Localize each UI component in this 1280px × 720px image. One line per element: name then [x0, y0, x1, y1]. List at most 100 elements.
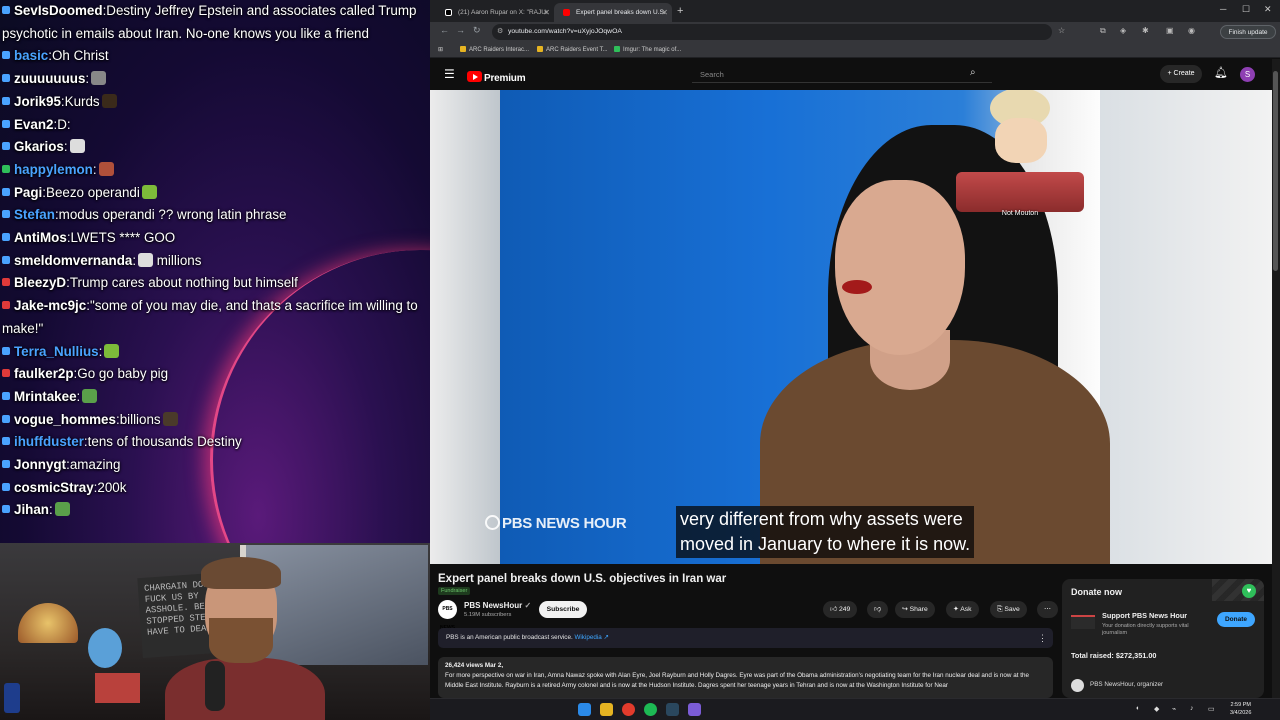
chat-message: smeldomvernanda: millions [0, 250, 430, 273]
bookmark-item[interactable]: ARC Raiders Event T... [537, 44, 608, 56]
chat-emote-icon [141, 184, 157, 199]
new-tab-button[interactable]: + [677, 3, 683, 19]
dislike-button[interactable]: 👎︎ [867, 601, 888, 618]
network-icon[interactable]: ⌁ [1172, 705, 1176, 713]
reload-icon[interactable]: ↻ [473, 25, 481, 36]
battery-icon[interactable]: ▭ [1208, 705, 1215, 713]
sidepanel-icon[interactable]: ▣ [1166, 26, 1174, 35]
chat-username[interactable]: happylemon [14, 162, 93, 177]
chat-emote-icon [104, 343, 120, 358]
chat-badge-icon [2, 460, 10, 469]
youtube-play-icon [467, 71, 482, 82]
like-button[interactable]: 👍︎ 249 [823, 601, 858, 618]
donate-button[interactable]: Donate [1217, 612, 1255, 627]
youtube-logo[interactable]: Premium [467, 68, 526, 84]
chat-username[interactable]: basic [14, 48, 48, 63]
minimize-icon[interactable]: ─ [1220, 4, 1226, 14]
chat-username[interactable]: Evan2 [14, 117, 53, 132]
close-tab-icon[interactable]: ✕ [543, 3, 550, 22]
address-bar[interactable]: ⚙ youtube.com/watch?v=uXyjoJOqwOA [492, 24, 1052, 40]
chat-username[interactable]: Stefan [14, 207, 55, 222]
tab-youtube[interactable]: Expert panel breaks down U.S. ✕ [554, 3, 672, 22]
create-button[interactable]: + Create [1160, 65, 1202, 83]
extension-icon[interactable]: ◈ [1120, 26, 1126, 35]
chat-badge-icon [2, 301, 10, 310]
chat-username[interactable]: Jihan [14, 502, 49, 517]
file-explorer-icon[interactable] [600, 703, 613, 716]
chat-username[interactable]: Jorik95 [14, 94, 61, 109]
chat-username[interactable]: Mrintakee [14, 389, 77, 404]
chat-username[interactable]: SevIsDoomed [14, 3, 103, 18]
forward-icon[interactable]: → [456, 25, 465, 35]
system-clock[interactable]: 2:59 PM 3/4/2026 [1230, 701, 1251, 717]
chat-message: Mrintakee: [0, 386, 430, 409]
view-count-date: 26,424 views Mar 2, [445, 662, 504, 669]
chat-message: Terra_Nullius: [0, 341, 430, 364]
chat-username[interactable]: AntiMos [14, 230, 67, 245]
obs-icon[interactable] [688, 703, 701, 716]
video-player[interactable]: Not Mouton PBS NEWS HOUR very different … [430, 90, 1272, 564]
user-avatar[interactable]: S [1240, 67, 1255, 82]
volume-icon[interactable]: ♪ [1190, 705, 1194, 712]
chat-username[interactable]: Terra_Nullius [14, 344, 99, 359]
chat-emote-icon [69, 139, 85, 154]
close-tab-icon[interactable]: ✕ [661, 3, 668, 22]
notifications-bell-icon[interactable]: 🔔︎ [1214, 66, 1228, 79]
chat-username[interactable]: smeldomvernanda [14, 253, 132, 268]
more-actions-button[interactable]: ⋯ [1037, 601, 1058, 618]
bookmark-item[interactable]: Imgur: The magic of... [614, 44, 681, 56]
search-input[interactable]: Search [692, 66, 992, 83]
chat-separator: : [132, 252, 137, 268]
chat-username[interactable]: Jonnygt [14, 457, 66, 472]
spotify-icon[interactable] [644, 703, 657, 716]
bookmark-icon [614, 46, 620, 52]
chat-username[interactable]: Jake-mc9jc [14, 298, 86, 313]
chat-username[interactable]: cosmicStray [14, 480, 94, 495]
start-icon[interactable] [578, 703, 591, 716]
wikipedia-link[interactable]: Wikipedia ↗ [574, 634, 608, 641]
menu-icon[interactable]: ☰ [444, 67, 455, 81]
site-info-icon[interactable]: ⚙ [497, 24, 503, 40]
search-icon[interactable]: ⌕ [970, 67, 976, 78]
channel-avatar[interactable]: PBS NEWS [438, 600, 457, 631]
tray-icon[interactable]: ◆ [1154, 705, 1159, 713]
chrome-icon[interactable] [622, 703, 635, 716]
chat-username[interactable]: vogue_hommes [14, 412, 116, 427]
back-icon[interactable]: ← [440, 25, 449, 35]
video-description[interactable]: 26,424 views Mar 2, For more perspective… [438, 657, 1053, 698]
star-icon[interactable]: ☆ [1058, 26, 1065, 35]
browser-toolbar: ← → ↻ ⚙ youtube.com/watch?v=uXyjoJOqwOA … [430, 22, 1280, 42]
subscribe-button[interactable]: Subscribe [539, 601, 587, 618]
donate-org: Support PBS News Hour [1102, 611, 1188, 620]
chat-text: Trump cares about nothing but himself [69, 275, 298, 291]
save-button[interactable]: ⎘ Save [990, 601, 1027, 618]
chat-username[interactable]: Gkarios [14, 139, 64, 154]
close-window-icon[interactable]: ✕ [1264, 4, 1272, 15]
tab-x-post[interactable]: (21) Aaron Rupar on X: "RAJU: ✕ [436, 3, 554, 22]
steam-icon[interactable] [666, 703, 679, 716]
chat-username[interactable]: Pagi [14, 185, 42, 200]
chat-username[interactable]: zuuuuuuus [14, 71, 85, 86]
chat-badge-icon [2, 210, 10, 219]
bookmark-item[interactable]: ARC Raiders Interac... [460, 44, 529, 56]
extensions-puzzle-icon[interactable]: ✱ [1142, 26, 1149, 35]
tray-icon[interactable]: ◐ [1136, 705, 1140, 712]
chat-emote-icon [54, 502, 70, 517]
chat-separator: : [63, 139, 68, 155]
share-button[interactable]: ↪ Share [895, 601, 935, 618]
finish-update-button[interactable]: Finish update [1220, 25, 1276, 39]
share-icon: ↪ [902, 606, 908, 613]
chat-username[interactable]: faulker2p [14, 366, 74, 381]
chat-username[interactable]: BleezyD [14, 275, 66, 290]
maximize-icon[interactable]: ☐ [1242, 4, 1250, 15]
channel-name[interactable]: PBS NewsHour ✓ [464, 601, 531, 610]
books [95, 673, 140, 703]
apps-grid-icon[interactable]: ⊞ [438, 44, 443, 56]
more-vert-icon[interactable]: ⋮ [1038, 628, 1047, 648]
profile-icon[interactable]: ◉ [1188, 26, 1195, 35]
ask-button[interactable]: ✦ Ask [946, 601, 979, 618]
chat-username[interactable]: ihuffduster [14, 434, 84, 449]
stream-chat: SevIsDoomed:Destiny Jeffrey Epstein and … [0, 0, 430, 543]
extension-icon[interactable]: ⧉ [1100, 26, 1106, 36]
page-scrollbar[interactable] [1272, 59, 1280, 698]
